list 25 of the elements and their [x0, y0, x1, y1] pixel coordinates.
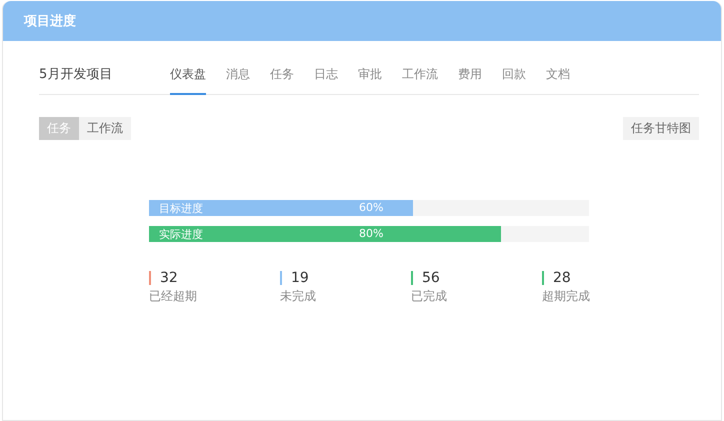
stat-label: 超期完成 — [542, 288, 591, 305]
stat-label: 未完成 — [280, 288, 317, 305]
progress-value: 80% — [359, 227, 384, 240]
project-name: 5月开发项目 — [39, 66, 114, 84]
tab[interactable]: 仪表盘 — [170, 66, 206, 95]
tab[interactable]: 审批 — [358, 66, 382, 95]
toggle-button[interactable]: 工作流 — [79, 117, 131, 140]
gantt-button[interactable]: 任务甘特图 — [623, 117, 699, 140]
stat-count: 32 — [160, 270, 178, 286]
stat-count: 19 — [291, 270, 309, 286]
tab[interactable]: 工作流 — [402, 66, 438, 95]
tab[interactable]: 文档 — [546, 66, 570, 95]
stat-count: 28 — [553, 270, 571, 286]
tab[interactable]: 回款 — [502, 66, 526, 95]
stat-label: 已经超期 — [149, 288, 198, 305]
tab[interactable]: 日志 — [314, 66, 338, 95]
stat-label: 已完成 — [411, 288, 448, 305]
progress-value: 60% — [359, 201, 384, 214]
progress-label: 目标进度 — [159, 201, 203, 216]
tab[interactable]: 任务 — [270, 66, 294, 95]
stat-count: 56 — [422, 270, 440, 286]
window-title: 项目进度 — [24, 12, 76, 30]
tab[interactable]: 消息 — [226, 66, 250, 95]
tab[interactable]: 费用 — [458, 66, 482, 95]
progress-label: 实际进度 — [159, 227, 203, 242]
